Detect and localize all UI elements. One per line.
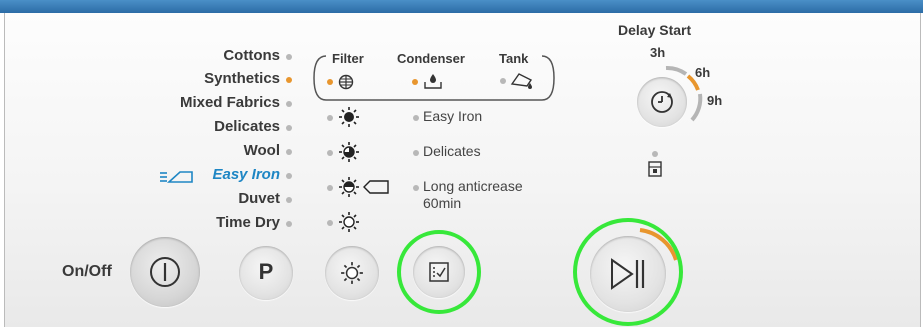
- delicates-option-label: Delicates: [423, 143, 481, 159]
- program-easy-iron: Easy Iron: [212, 166, 280, 183]
- start-pause-button-highlight: [573, 218, 683, 326]
- tank-label: Tank: [499, 51, 529, 66]
- power-icon: [150, 257, 180, 287]
- delay-start-title: Delay Start: [618, 22, 692, 38]
- easy-iron-icon: [160, 171, 193, 183]
- program-cottons-indicator: [286, 54, 292, 60]
- condenser-label: Condenser: [397, 51, 465, 66]
- clock-icon: [651, 91, 673, 113]
- program-delicates-indicator: [286, 125, 292, 131]
- delay-3h-label: 3h: [650, 45, 666, 60]
- header-bar: [0, 0, 923, 13]
- option-half-indicator: [327, 185, 333, 191]
- program-easy-iron-indicator: [286, 173, 292, 179]
- easy-iron-option-indicator: [413, 115, 419, 121]
- program-button-symbol: P: [258, 259, 274, 284]
- program-time-dry: Time Dry: [216, 214, 280, 231]
- filter-indicator: [327, 79, 333, 85]
- program-mixed-fabrics-indicator: [286, 101, 292, 107]
- filter-icon: [338, 74, 354, 90]
- program-time-dry-indicator: [286, 221, 292, 227]
- sun-half-hanger-icon: [339, 177, 389, 197]
- option-low-indicator: [327, 220, 333, 226]
- condenser-indicator: [412, 79, 418, 85]
- condenser-icon: [424, 74, 442, 89]
- sun-icon: [341, 262, 363, 284]
- sun-medium-icon: [339, 142, 359, 162]
- child-lock-icon: [648, 161, 662, 177]
- program-duvet-indicator: [286, 197, 292, 203]
- dryer-control-panel: Cottons Synthetics Mixed Fabrics Delicat…: [0, 0, 923, 327]
- options-button-highlight: [397, 230, 481, 314]
- dryness-level-button[interactable]: [325, 246, 379, 300]
- on-off-label: On/Off: [62, 263, 112, 280]
- delicates-option-indicator: [413, 150, 419, 156]
- option-medium-indicator: [327, 150, 333, 156]
- sun-low-icon: [339, 212, 359, 232]
- child-lock-indicator: [652, 151, 658, 157]
- long-anticrease-indicator: [413, 185, 419, 191]
- program-wool-indicator: [286, 149, 292, 155]
- delay-start-button[interactable]: [637, 77, 687, 127]
- tank-icon: [510, 73, 533, 89]
- program-synthetics: Synthetics: [204, 70, 280, 87]
- program-mixed-fabrics: Mixed Fabrics: [179, 94, 280, 111]
- program-button[interactable]: P: [239, 246, 293, 300]
- program-wool: Wool: [243, 142, 280, 159]
- program-cottons: Cottons: [223, 47, 280, 64]
- tank-indicator: [500, 78, 506, 84]
- program-duvet: Duvet: [238, 190, 280, 207]
- long-anticrease-duration: 60min: [423, 195, 462, 211]
- long-anticrease-label: Long anticrease: [423, 178, 523, 194]
- option-strong-indicator: [327, 115, 333, 121]
- filter-label: Filter: [332, 51, 364, 66]
- program-synthetics-indicator: [286, 77, 292, 83]
- easy-iron-option-label: Easy Iron: [423, 108, 483, 124]
- program-delicates: Delicates: [214, 118, 280, 135]
- sun-strong-icon: [339, 107, 359, 127]
- on-off-button[interactable]: [130, 237, 200, 307]
